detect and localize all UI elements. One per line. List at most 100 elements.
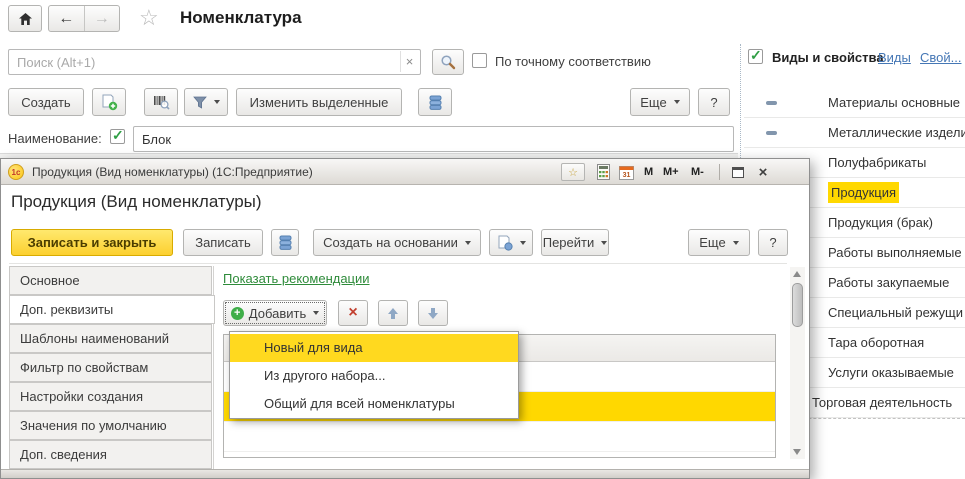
create-based-caret-icon [465, 241, 471, 245]
barcode-search-button[interactable] [144, 88, 178, 116]
search-input[interactable] [8, 49, 421, 75]
document-copy-icon [497, 235, 513, 251]
copy-caret-icon [520, 241, 526, 245]
database-record-button[interactable] [271, 229, 299, 256]
memory-m-button[interactable]: M [644, 163, 653, 181]
memory-m-plus-button[interactable]: M+ [663, 163, 679, 181]
add-button[interactable]: + Добавить [223, 300, 327, 326]
delete-button[interactable]: × [338, 300, 368, 326]
list-item-label: Продукция (брак) [828, 215, 933, 230]
exact-match-checkbox[interactable] [472, 53, 487, 68]
modal-scrollbar[interactable] [790, 267, 805, 459]
menu-item-label: Из другого набора... [264, 368, 385, 383]
star-icon: ☆ [568, 166, 578, 179]
create-group-button[interactable] [92, 88, 126, 116]
back-button[interactable]: ← [49, 6, 85, 31]
list-item-label: Работы выполняемые [828, 245, 962, 260]
more-button-main[interactable]: Еще [630, 88, 690, 116]
favorite-star-icon[interactable]: ☆ [139, 5, 159, 31]
close-button[interactable]: × [753, 163, 773, 181]
filter-caret-icon [214, 100, 220, 104]
scroll-up-icon[interactable] [793, 271, 801, 277]
more-button-modal[interactable]: Еще [688, 229, 750, 256]
tab-nastroyki[interactable]: Настройки создания [9, 382, 212, 411]
save-and-close-button[interactable]: Записать и закрыть [11, 229, 173, 256]
tab-dop-svedeniya[interactable]: Доп. сведения [9, 440, 212, 469]
list-item-label: Материалы основные [828, 95, 960, 110]
edit-selected-label: Изменить выделенные [250, 95, 389, 110]
scrollbar-thumb[interactable] [792, 283, 803, 327]
search-button[interactable] [432, 49, 464, 75]
forward-button[interactable]: → [85, 6, 120, 31]
database-stack-icon [279, 235, 292, 250]
create-based-on-button[interactable]: Создать на основании [313, 229, 481, 256]
tab-znacheniya[interactable]: Значения по умолчанию [9, 411, 212, 440]
page-title: Номенклатура [180, 8, 302, 28]
database-list-button[interactable] [418, 88, 452, 116]
modal-separator [9, 263, 787, 264]
show-recommendations-link[interactable]: Показать рекомендации [223, 271, 370, 286]
list-item-label: Работы закупаемые [828, 275, 949, 290]
list-item-label: Услуги оказываемые [828, 365, 954, 380]
table-row[interactable] [224, 422, 775, 452]
types-properties-checkbox[interactable] [748, 49, 763, 64]
list-item[interactable]: Материалы основные [744, 88, 965, 118]
edit-selected-button[interactable]: Изменить выделенные [236, 88, 402, 116]
types-properties-title: Виды и свойства [772, 50, 884, 65]
create-button[interactable]: Создать [8, 88, 84, 116]
tab-dop-rekvizity[interactable]: Доп. реквизиты [9, 295, 215, 324]
add-dropdown-menu: Новый для вида Из другого набора... Общи… [229, 331, 519, 419]
properties-link[interactable]: Свой... [920, 50, 961, 65]
types-link[interactable]: Виды [878, 50, 911, 65]
tab-label: Доп. сведения [20, 447, 107, 462]
list-item-label: Продукция [828, 182, 899, 203]
list-item[interactable]: Металлические издели [744, 118, 965, 148]
list-item-label: Металлические издели [828, 125, 965, 140]
tab-filtr[interactable]: Фильтр по свойствам [9, 353, 212, 382]
new-document-plus-icon [101, 94, 118, 111]
modal-titlebar[interactable]: 1с Продукция (Вид номенклатуры) (1С:Пред… [1, 159, 809, 185]
back-arrow-icon: ← [58, 10, 74, 28]
help-button-main[interactable]: ? [698, 88, 730, 116]
menu-item-from-other-set[interactable]: Из другого набора... [230, 362, 518, 390]
titlebar-separator [719, 164, 720, 180]
app-window: ← → ☆ Номенклатура × По точному соответс… [0, 0, 965, 479]
more-label: Еще [640, 95, 666, 110]
menu-item-common-for-all[interactable]: Общий для всей номенклатуры [230, 390, 518, 418]
titlebar-favorite-button[interactable]: ☆ [561, 163, 585, 181]
help-button-modal[interactable]: ? [758, 229, 788, 256]
modal-heading: Продукция (Вид номенклатуры) [11, 192, 262, 212]
move-up-button[interactable] [378, 300, 408, 326]
maximize-button[interactable] [728, 163, 748, 181]
filter-button[interactable] [184, 88, 228, 116]
database-stack-icon [429, 95, 442, 110]
help-label: ? [710, 95, 717, 110]
move-down-button[interactable] [418, 300, 448, 326]
menu-item-label: Новый для вида [264, 340, 363, 355]
list-item-label: Специальный режущи [828, 305, 963, 320]
barcode-icon [153, 94, 170, 110]
name-filter-input[interactable] [133, 126, 734, 152]
help-label: ? [769, 235, 776, 250]
calculator-button[interactable] [594, 163, 612, 181]
menu-item-new-for-type[interactable]: Новый для вида [230, 334, 518, 362]
history-nav-group: ← → [48, 5, 120, 32]
tab-shablony[interactable]: Шаблоны наименований [9, 324, 212, 353]
name-filter-checkbox[interactable] [110, 129, 125, 144]
save-button[interactable]: Записать [183, 229, 263, 256]
tab-label: Фильтр по свойствам [20, 360, 148, 375]
search-clear-icon[interactable]: × [400, 51, 418, 72]
arrow-up-icon [388, 308, 399, 319]
memory-m-minus-button[interactable]: M- [691, 163, 704, 181]
search-icon [440, 54, 456, 70]
calendar-button[interactable]: 31 [617, 163, 635, 181]
calendar-icon: 31 [619, 165, 634, 180]
go-to-button[interactable]: Перейти [541, 229, 609, 256]
scroll-down-icon[interactable] [793, 449, 801, 455]
go-to-label: Перейти [543, 235, 595, 250]
tab-osnovnoe[interactable]: Основное [9, 266, 212, 295]
tab-label: Основное [20, 273, 80, 288]
home-button[interactable] [8, 5, 42, 32]
create-button-label: Создать [21, 95, 70, 110]
copy-document-button[interactable] [489, 229, 533, 256]
